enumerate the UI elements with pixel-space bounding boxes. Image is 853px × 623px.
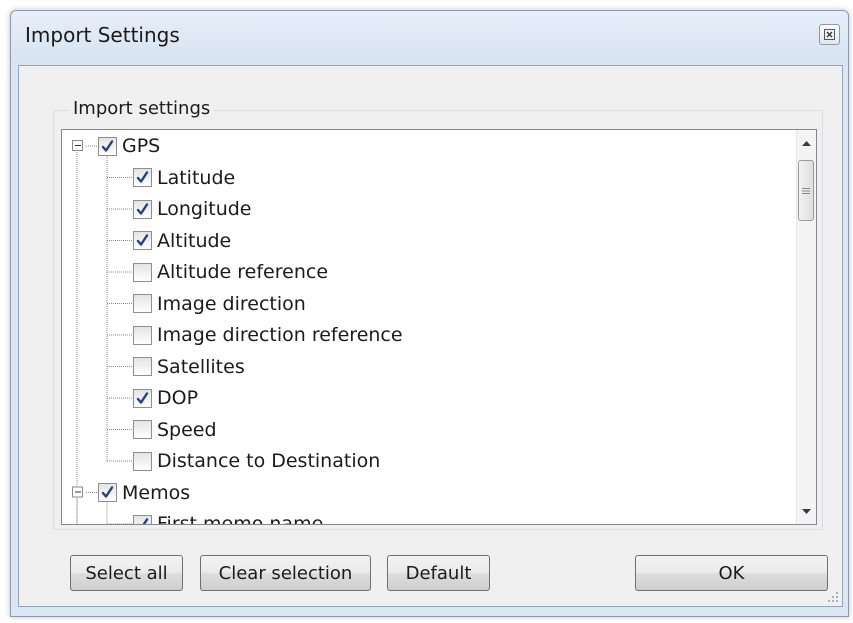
groupbox-label: Import settings — [69, 98, 215, 119]
ok-button[interactable]: OK — [635, 555, 828, 591]
checkmark-icon — [101, 486, 114, 498]
title-bar[interactable]: Import Settings — [11, 11, 848, 65]
tree-item[interactable]: Longitude — [133, 195, 252, 223]
tree-content: GPS Latitude Longitude Altitude Altitude ref… — [62, 130, 796, 524]
window-title: Import Settings — [25, 23, 180, 47]
select-all-button[interactable]: Select all — [70, 555, 183, 591]
collapse-minus-icon[interactable] — [72, 140, 83, 151]
tree-item-label: Latitude — [157, 166, 236, 189]
tree-item[interactable]: Distance to Destination — [133, 447, 380, 475]
tree-item[interactable]: Image direction — [133, 290, 306, 318]
tree-item-label: GPS — [122, 135, 161, 157]
tree-item-label: Image direction — [157, 292, 306, 315]
tree-item[interactable]: DOP — [133, 384, 198, 412]
tree-item[interactable]: Altitude reference — [133, 258, 328, 286]
checkmark-icon — [136, 171, 149, 183]
checkbox-unchecked[interactable] — [133, 451, 152, 471]
collapse-minus-icon[interactable] — [72, 486, 83, 498]
tree-item-label: Altitude — [157, 229, 232, 252]
checkbox-checked[interactable] — [133, 199, 152, 219]
checkbox-checked[interactable] — [133, 168, 152, 187]
checkmark-icon — [136, 234, 149, 246]
arrow-up-icon — [802, 140, 811, 146]
checkbox-checked[interactable] — [98, 136, 117, 156]
scroll-up-button[interactable] — [797, 132, 816, 154]
close-icon — [824, 29, 835, 40]
close-button[interactable] — [819, 24, 840, 45]
tree-item-label: Longitude — [157, 198, 252, 220]
tree-item-label: Memos — [122, 481, 191, 504]
tree-item-label: Image direction reference — [157, 324, 403, 346]
checkbox-checked[interactable] — [133, 388, 152, 408]
dialog-client-area: Import settings GPS Latitude Longitude Alti… — [18, 65, 843, 607]
tree-group-node[interactable]: Memos — [98, 479, 190, 507]
tree-item-label: Satellites — [157, 355, 245, 378]
settings-tree[interactable]: GPS Latitude Longitude Altitude Altitude ref… — [61, 129, 817, 525]
tree-item[interactable]: First memo name — [133, 510, 323, 524]
checkbox-checked[interactable] — [98, 483, 117, 502]
tree-item-label: Altitude reference — [157, 261, 329, 283]
checkbox-unchecked[interactable] — [133, 325, 152, 345]
checkbox-unchecked[interactable] — [133, 294, 152, 313]
tree-item[interactable]: Latitude — [133, 164, 235, 192]
import-settings-dialog: Import Settings Import settings GPS Latit… — [10, 10, 849, 617]
scroll-down-button[interactable] — [797, 500, 816, 522]
tree-group-node[interactable]: GPS — [98, 132, 160, 160]
checkbox-unchecked[interactable] — [133, 357, 152, 376]
tree-item[interactable]: Image direction reference — [133, 321, 403, 349]
clear-selection-button[interactable]: Clear selection — [200, 555, 371, 591]
resize-grip-icon[interactable] — [827, 591, 839, 603]
checkmark-icon — [101, 139, 114, 152]
checkbox-checked[interactable] — [133, 231, 152, 250]
tree-item[interactable]: Satellites — [133, 353, 245, 381]
tree-item-label: First memo name — [157, 513, 324, 524]
arrow-down-icon — [802, 508, 811, 514]
tree-item-label: Speed — [157, 418, 217, 441]
tree-item[interactable]: Altitude — [133, 227, 231, 255]
checkbox-checked[interactable] — [133, 514, 152, 524]
scroll-thumb[interactable] — [798, 160, 814, 221]
grip-lines-icon — [802, 187, 810, 194]
checkmark-icon — [136, 391, 149, 404]
tree-item-label: DOP — [157, 387, 199, 409]
checkmark-icon — [136, 517, 149, 524]
checkbox-unchecked[interactable] — [133, 420, 152, 439]
checkbox-unchecked[interactable] — [133, 262, 152, 282]
tree-item[interactable]: Speed — [133, 416, 217, 444]
tree-vertical-scrollbar[interactable] — [796, 130, 816, 524]
checkmark-icon — [136, 202, 149, 215]
tree-item-label: Distance to Destination — [157, 450, 381, 472]
default-button[interactable]: Default — [387, 555, 490, 591]
